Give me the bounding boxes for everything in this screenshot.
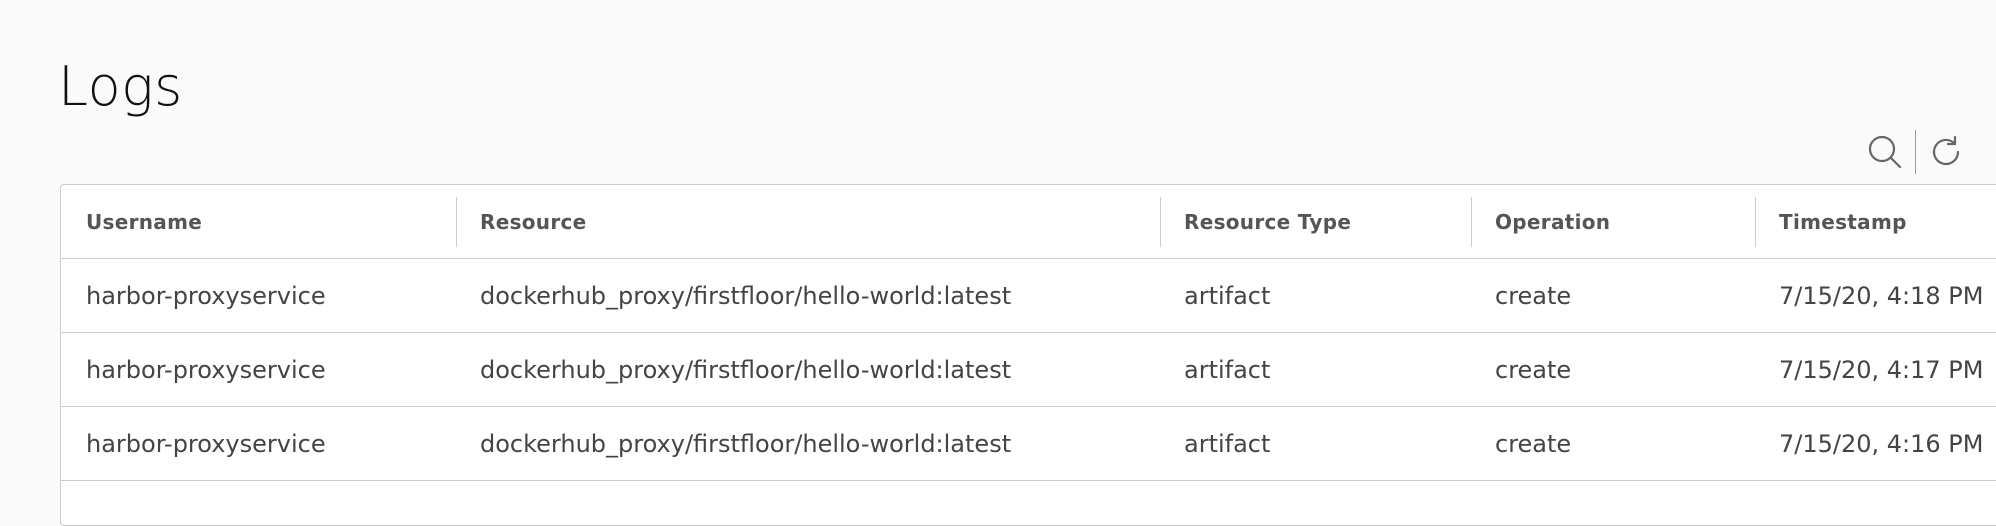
column-header-label: Timestamp bbox=[1779, 209, 1907, 234]
cell-operation: create bbox=[1471, 406, 1755, 481]
column-separator[interactable] bbox=[1160, 197, 1161, 247]
cell-resource: dockerhub_proxy/firstfloor/hello-world:l… bbox=[456, 406, 1160, 481]
column-separator[interactable] bbox=[456, 197, 457, 247]
column-header-resource[interactable]: Resource bbox=[456, 185, 1160, 259]
logs-table: Username Resource Resource Type Operatio… bbox=[61, 185, 1996, 481]
table-row: harbor-proxyservice dockerhub_proxy/firs… bbox=[61, 406, 1996, 481]
table-row: harbor-proxyservice dockerhub_proxy/firs… bbox=[61, 332, 1996, 407]
cell-resource-type: artifact bbox=[1160, 406, 1471, 481]
search-icon bbox=[1868, 135, 1902, 169]
search-button[interactable] bbox=[1861, 128, 1909, 176]
cell-operation: create bbox=[1471, 332, 1755, 407]
cell-operation: create bbox=[1471, 258, 1755, 333]
column-header-label: Operation bbox=[1495, 209, 1611, 234]
column-header-label: Resource Type bbox=[1184, 209, 1352, 234]
table-row: harbor-proxyservice dockerhub_proxy/firs… bbox=[61, 258, 1996, 333]
grid-toolbar bbox=[1861, 128, 1970, 176]
cell-resource: dockerhub_proxy/firstfloor/hello-world:l… bbox=[456, 258, 1160, 333]
column-header-timestamp[interactable]: Timestamp bbox=[1755, 185, 1996, 259]
cell-resource-type: artifact bbox=[1160, 332, 1471, 407]
cell-resource-type: artifact bbox=[1160, 258, 1471, 333]
toolbar-divider bbox=[1915, 130, 1916, 174]
cell-username: harbor-proxyservice bbox=[61, 258, 456, 333]
cell-username: harbor-proxyservice bbox=[61, 332, 456, 407]
cell-timestamp: 7/15/20, 4:18 PM bbox=[1755, 258, 1996, 333]
cell-timestamp: 7/15/20, 4:16 PM bbox=[1755, 406, 1996, 481]
column-separator[interactable] bbox=[1471, 197, 1472, 247]
column-header-label: Resource bbox=[480, 209, 587, 234]
column-separator[interactable] bbox=[1755, 197, 1756, 247]
column-header-label: Username bbox=[86, 209, 203, 234]
page-title: Logs bbox=[58, 55, 183, 118]
cell-username: harbor-proxyservice bbox=[61, 406, 456, 481]
column-header-operation[interactable]: Operation bbox=[1471, 185, 1755, 259]
cell-timestamp: 7/15/20, 4:17 PM bbox=[1755, 332, 1996, 407]
refresh-button[interactable] bbox=[1922, 128, 1970, 176]
column-header-username[interactable]: Username bbox=[61, 185, 456, 259]
refresh-icon bbox=[1932, 135, 1960, 166]
logs-datagrid: Username Resource Resource Type Operatio… bbox=[60, 184, 1996, 526]
cell-resource: dockerhub_proxy/firstfloor/hello-world:l… bbox=[456, 332, 1160, 407]
column-header-resource-type[interactable]: Resource Type bbox=[1160, 185, 1471, 259]
table-header-row: Username Resource Resource Type Operatio… bbox=[61, 185, 1996, 259]
